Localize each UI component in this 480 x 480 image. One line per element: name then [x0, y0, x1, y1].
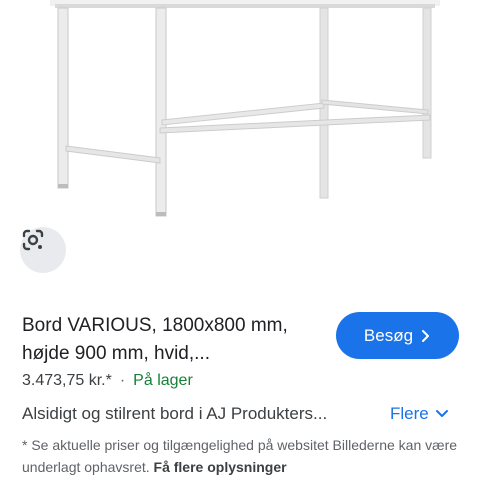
visit-button[interactable]: Besøg: [336, 312, 459, 359]
more-button[interactable]: Flere: [390, 404, 449, 424]
google-lens-button[interactable]: [20, 227, 66, 273]
chevron-right-icon: [422, 329, 430, 342]
price-line: 3.473,75 kr.* · På lager: [22, 372, 193, 390]
chevron-down-icon: [435, 410, 448, 417]
product-description: Alsidigt og stilrent bord i AJ Produkter…: [22, 404, 328, 423]
price: 3.473,75 kr.*: [22, 372, 112, 389]
table-illustration: [50, 0, 440, 217]
separator: ·: [119, 372, 126, 389]
product-image[interactable]: [0, 0, 480, 290]
product-title[interactable]: Bord VARIOUS, 1800x800 mm, højde 900 mm,…: [22, 312, 322, 368]
more-button-label: Flere: [390, 404, 429, 423]
stock-status: På lager: [133, 372, 193, 389]
visit-button-label: Besøg: [363, 325, 414, 345]
more-info-link[interactable]: Få flere oplysninger: [154, 459, 287, 475]
disclaimer: * Se aktuelle priser og tilgængelighed p…: [22, 434, 462, 478]
google-lens-icon: [22, 229, 44, 251]
